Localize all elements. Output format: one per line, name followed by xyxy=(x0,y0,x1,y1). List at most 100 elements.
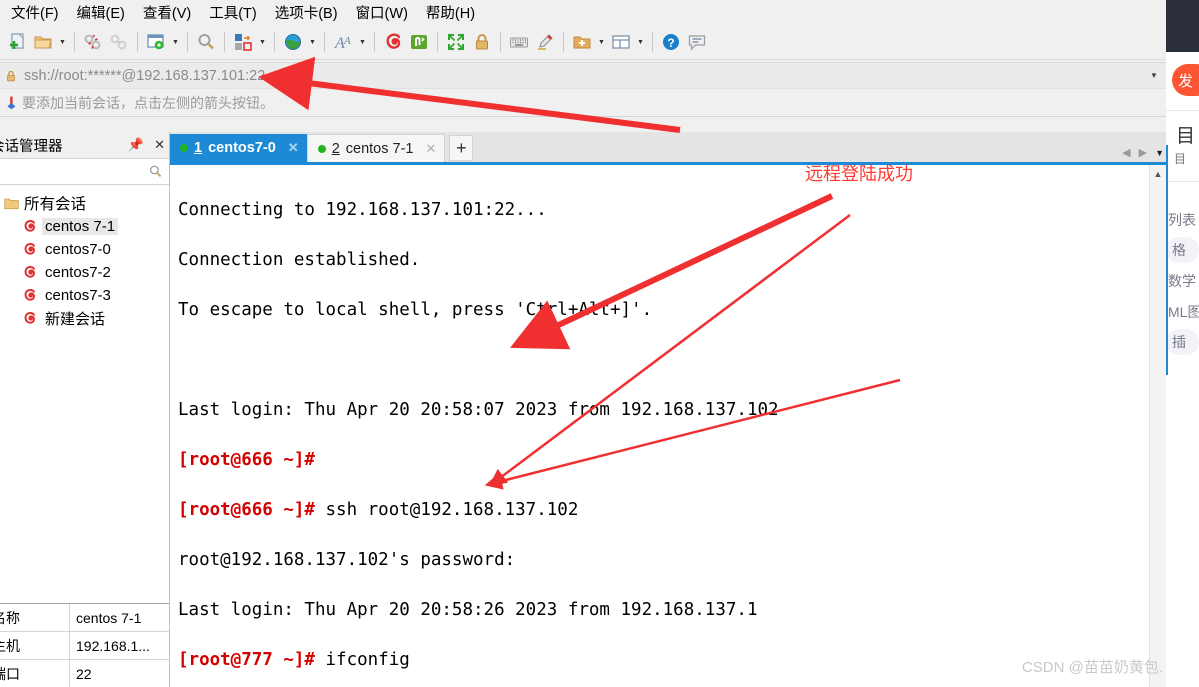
font-dropdown-icon[interactable]: ▼ xyxy=(356,29,369,55)
property-key: 端口 xyxy=(0,659,70,687)
layout-dropdown-icon[interactable]: ▼ xyxy=(634,29,647,55)
new-session-icon[interactable] xyxy=(4,29,30,55)
toolbar: ▼ ▼ ▼ ▼ A A ▼ ▼ ▼ ? xyxy=(0,25,1166,60)
close-icon[interactable]: ✕ xyxy=(288,140,299,156)
menu-view[interactable]: 查看(V) xyxy=(134,0,200,27)
menu-window[interactable]: 窗口(W) xyxy=(347,0,417,27)
background-editor-panel: 发 目 目 列表 格 数学 ML图 插 xyxy=(1166,0,1199,687)
session-item-centos-7-1[interactable]: centos 7-1 xyxy=(0,215,169,238)
close-icon[interactable]: ✕ xyxy=(425,141,436,157)
terminal-line: [root@777 ~]# ifconfig xyxy=(178,650,410,670)
editor-tool-math-item[interactable]: 数学 xyxy=(1166,265,1199,296)
address-input[interactable]: ssh://root:******@192.168.137.101:22 xyxy=(22,68,1142,84)
hint-text: 要添加当前会话，点击左侧的箭头按钮。 xyxy=(22,94,274,111)
terminal-line: Last login: Thu Apr 20 20:58:26 2023 fro… xyxy=(178,600,758,620)
new-folder-dropdown-icon[interactable]: ▼ xyxy=(595,29,608,55)
lock-icon[interactable] xyxy=(469,29,495,55)
editor-tool-uml-item[interactable]: ML图 xyxy=(1166,296,1199,327)
menu-tabs[interactable]: 选项卡(B) xyxy=(266,0,347,27)
divider xyxy=(1166,110,1199,111)
terminal-line: Connecting to 192.168.137.101:22... xyxy=(178,200,547,220)
annotation-label-remote-login: 远程登陆成功 xyxy=(805,164,913,184)
feedback-icon[interactable] xyxy=(684,29,710,55)
tab-number: 2 xyxy=(331,140,340,157)
highlight-icon[interactable] xyxy=(532,29,558,55)
address-bar[interactable]: ssh://root:******@192.168.137.101:22 ▼ xyxy=(0,62,1166,89)
session-label: centos7-0 xyxy=(45,241,111,258)
hint-bar: 要添加当前会话，点击左侧的箭头按钮。 xyxy=(0,89,1166,117)
new-folder-icon[interactable] xyxy=(569,29,595,55)
watermark: CSDN @苗苗奶黄包. xyxy=(1021,659,1163,676)
file-transfer-icon[interactable] xyxy=(230,29,256,55)
tab-number: 1 xyxy=(194,140,203,156)
find-icon[interactable] xyxy=(193,29,219,55)
disconnect-icon[interactable] xyxy=(80,29,106,55)
terminal-line: root@192.168.137.102's password: xyxy=(178,550,516,570)
reconnect-icon[interactable] xyxy=(106,29,132,55)
xftp-icon[interactable] xyxy=(406,29,432,55)
menu-file[interactable]: 文件(F) xyxy=(2,0,68,27)
divider xyxy=(1166,181,1199,182)
session-item-centos7-2[interactable]: centos7-2 xyxy=(0,261,169,284)
terminal-line: [root@666 ~]# xyxy=(178,450,315,470)
terminal-scrollbar[interactable]: ▲ xyxy=(1149,165,1166,687)
chevron-up-icon[interactable]: ▲ xyxy=(1150,165,1166,182)
session-item-new-session[interactable]: 新建会话 xyxy=(0,307,169,330)
tab-centos7-0[interactable]: 1 centos7-0 ✕ xyxy=(170,134,307,162)
fullscreen-icon[interactable] xyxy=(443,29,469,55)
new-tab-button[interactable]: + xyxy=(449,135,474,161)
editor-tool-list-item[interactable]: 列表 xyxy=(1166,204,1199,235)
toolbar-separator xyxy=(187,32,188,52)
publish-button[interactable]: 发 xyxy=(1172,64,1199,96)
svg-text:?: ? xyxy=(667,36,674,50)
chevron-down-icon[interactable]: ▼ xyxy=(1142,62,1166,89)
session-tree: 所有会话 centos 7-1 centos7-0 centos7-2 cent… xyxy=(0,185,169,611)
tree-root-all-sessions[interactable]: 所有会话 xyxy=(0,191,169,215)
toolbar-separator xyxy=(500,32,501,52)
terminal-output[interactable]: Connecting to 192.168.137.101:22... Conn… xyxy=(170,165,1148,687)
chevron-down-icon[interactable]: ▼ xyxy=(1155,148,1164,158)
toolbar-separator xyxy=(437,32,438,52)
panel-edge-highlight xyxy=(1166,145,1168,375)
open-folder-dropdown-icon[interactable]: ▼ xyxy=(56,29,69,55)
xshell-icon[interactable] xyxy=(380,29,406,55)
tree-root-label: 所有会话 xyxy=(24,196,87,213)
svg-text:A: A xyxy=(343,35,351,47)
session-item-centos7-3[interactable]: centos7-3 xyxy=(0,284,169,307)
editor-subtitle: 目 xyxy=(1174,152,1187,166)
editor-tool-insert-item[interactable]: 插 xyxy=(1166,329,1199,355)
triangle-right-icon[interactable]: ▶ xyxy=(1139,146,1147,159)
web-browser-dropdown-icon[interactable]: ▼ xyxy=(306,29,319,55)
close-icon[interactable]: ✕ xyxy=(154,137,165,153)
tab-centos-7-1[interactable]: 2 centos 7-1 ✕ xyxy=(306,134,446,162)
editor-tool-table-item[interactable]: 格 xyxy=(1166,237,1199,263)
help-icon[interactable]: ? xyxy=(658,29,684,55)
menu-tools[interactable]: 工具(T) xyxy=(200,0,266,27)
xshell-window: 文件(F) 编辑(E) 查看(V) 工具(T) 选项卡(B) 窗口(W) 帮助(… xyxy=(0,0,1166,687)
open-folder-icon[interactable] xyxy=(30,29,56,55)
session-properties-dropdown-icon[interactable]: ▼ xyxy=(169,29,182,55)
menu-edit[interactable]: 编辑(E) xyxy=(68,0,134,27)
toolbar-separator xyxy=(324,32,325,52)
terminal-area: Connecting to 192.168.137.101:22... Conn… xyxy=(170,162,1166,687)
keyboard-icon[interactable] xyxy=(506,29,532,55)
toolbar-separator xyxy=(74,32,75,52)
pin-icon[interactable]: 📌 xyxy=(128,137,144,153)
screenshot-root: 文件(F) 编辑(E) 查看(V) 工具(T) 选项卡(B) 窗口(W) 帮助(… xyxy=(0,0,1199,687)
session-item-centos7-0[interactable]: centos7-0 xyxy=(0,238,169,261)
file-transfer-dropdown-icon[interactable]: ▼ xyxy=(256,29,269,55)
arrow-pin-icon[interactable] xyxy=(0,95,22,111)
session-search-field[interactable] xyxy=(0,158,169,185)
search-icon xyxy=(149,165,162,178)
layout-icon[interactable] xyxy=(608,29,634,55)
menu-help[interactable]: 帮助(H) xyxy=(417,0,484,27)
triangle-left-icon[interactable]: ◀ xyxy=(1122,146,1130,159)
toolbar-separator xyxy=(137,32,138,52)
session-label: centos7-2 xyxy=(45,264,111,281)
session-label: centos7-3 xyxy=(45,287,111,304)
web-browser-icon[interactable] xyxy=(280,29,306,55)
session-manager-header: 会话管理器 📌 ✕ xyxy=(0,132,169,158)
tab-label: centos 7-1 xyxy=(345,140,414,157)
session-properties-icon[interactable] xyxy=(143,29,169,55)
font-icon[interactable]: A A xyxy=(330,29,356,55)
